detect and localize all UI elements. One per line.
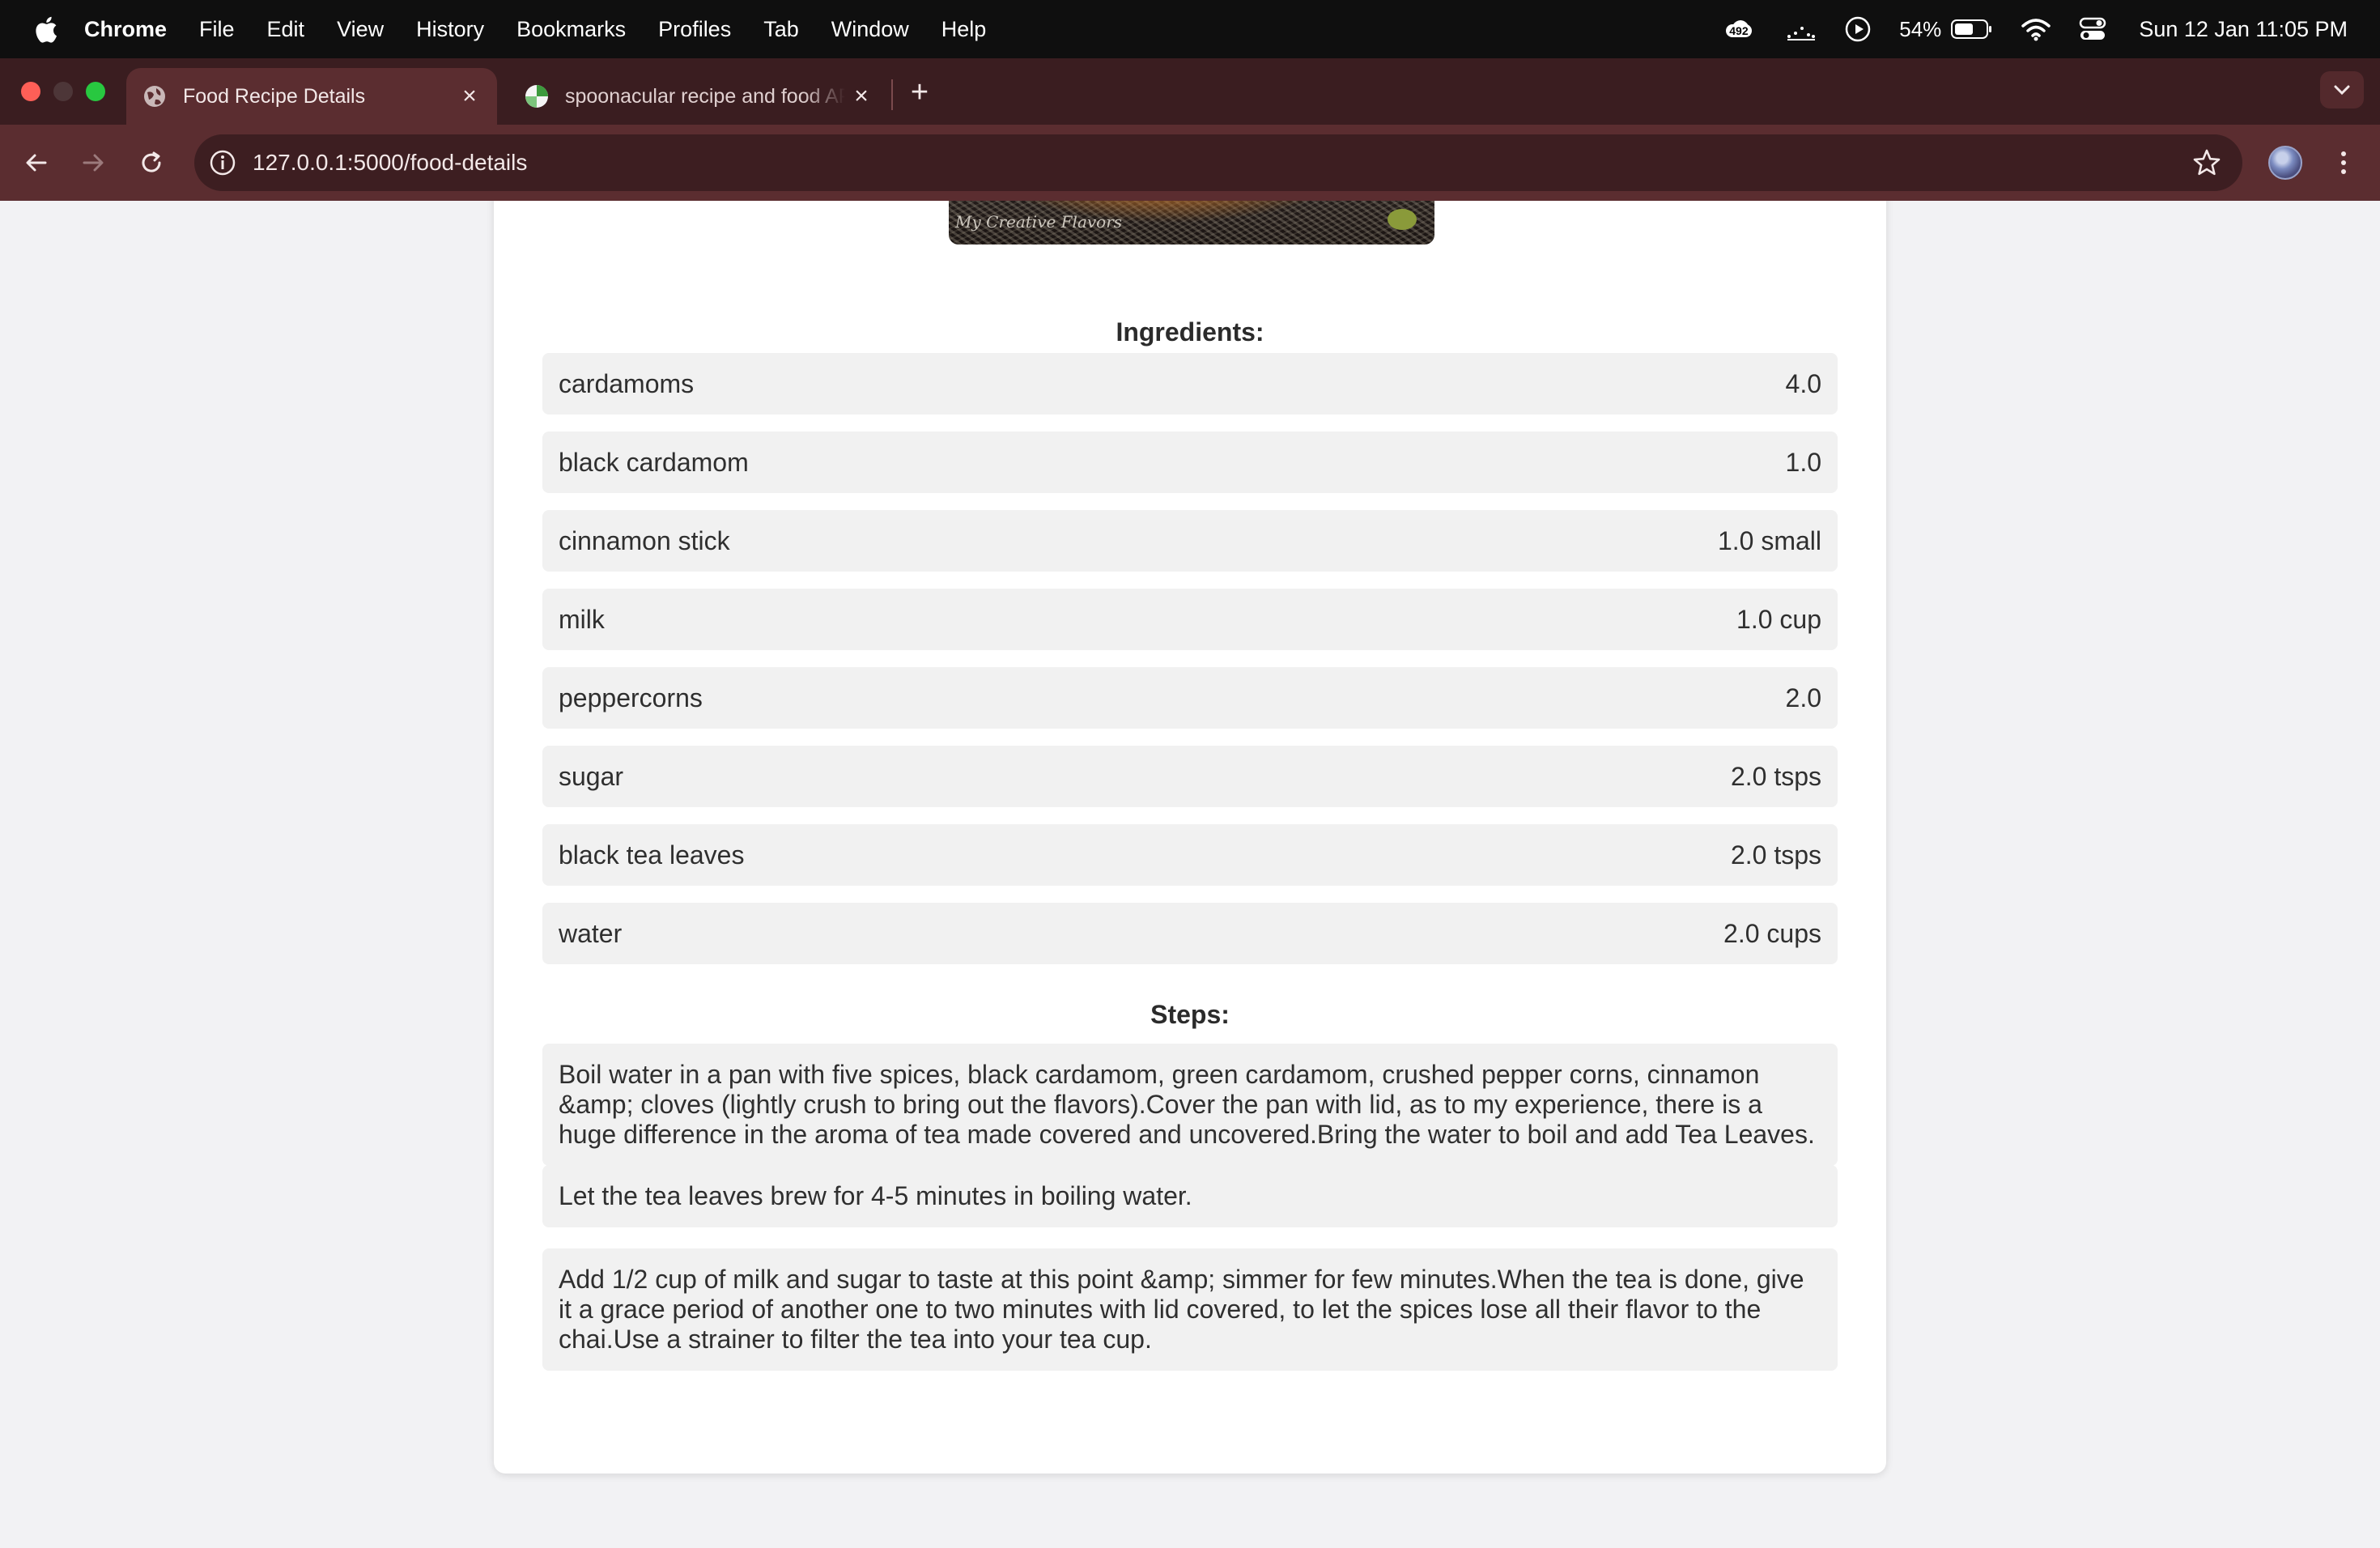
menu-bar-status-area: 492 54% Sun 12 Jan 11:05 PM: [1697, 0, 2380, 58]
menu-window[interactable]: Window: [831, 17, 909, 42]
menu-edit[interactable]: Edit: [267, 17, 305, 42]
ingredient-name: sugar: [559, 761, 624, 791]
now-playing-icon[interactable]: [1844, 15, 1872, 43]
page-viewport[interactable]: My Creative Flavors Ingredients: cardamo…: [0, 201, 2380, 1548]
menu-profiles[interactable]: Profiles: [658, 17, 731, 42]
address-bar[interactable]: 127.0.0.1:5000/food-details: [194, 134, 2242, 191]
globe-icon: [144, 86, 165, 107]
tab-title: spoonacular recipe and food API: [565, 84, 845, 108]
tab-spoonacular[interactable]: spoonacular recipe and food API ×: [508, 68, 889, 125]
ingredient-name: water: [559, 918, 623, 948]
forward-button[interactable]: [73, 142, 113, 183]
ingredient-row: black tea leaves 2.0 tsps: [542, 824, 1838, 886]
control-center-icon[interactable]: [2079, 16, 2106, 42]
ingredient-name: cinnamon stick: [559, 525, 730, 555]
bookmark-star-icon[interactable]: [2192, 148, 2221, 177]
image-watermark: My Creative Flavors: [955, 212, 1123, 232]
arrow-right-icon: [83, 154, 104, 172]
chrome-menu-icon[interactable]: [2331, 144, 2356, 181]
ingredient-amount: 4.0: [1785, 368, 1821, 398]
ingredient-name: milk: [559, 604, 605, 634]
battery-icon[interactable]: [1951, 19, 1993, 40]
ingredient-name: cardamoms: [559, 368, 695, 398]
battery-percentage: 54%: [1899, 16, 1942, 41]
site-info-icon[interactable]: [209, 149, 236, 176]
ingredients-heading: Ingredients:: [1116, 317, 1264, 347]
notification-count: 492: [1726, 24, 1752, 37]
ingredient-name: black tea leaves: [559, 840, 745, 870]
recipe-image: My Creative Flavors: [949, 201, 1434, 245]
tab-divider: [891, 79, 893, 110]
menu-chrome[interactable]: Chrome: [84, 17, 167, 42]
menu-bookmarks[interactable]: Bookmarks: [516, 17, 626, 42]
back-button[interactable]: [16, 142, 57, 183]
display-icon[interactable]: [1784, 17, 1817, 41]
arrow-left-icon: [26, 154, 47, 172]
menu-bar-clock[interactable]: Sun 12 Jan 11:05 PM: [2139, 17, 2348, 42]
wifi-icon[interactable]: [2021, 17, 2051, 41]
ingredient-row: water 2.0 cups: [542, 903, 1838, 964]
tab-food-recipe-details[interactable]: Food Recipe Details ×: [126, 68, 497, 125]
close-tab-icon[interactable]: ×: [845, 80, 878, 113]
chevron-down-icon: [2334, 85, 2350, 96]
ingredient-row: sugar 2.0 tsps: [542, 746, 1838, 807]
menu-file[interactable]: File: [199, 17, 235, 42]
ingredient-amount: 2.0 cups: [1723, 918, 1821, 948]
tab-title: Food Recipe Details: [183, 84, 366, 108]
reload-icon: [142, 151, 161, 172]
steps-heading: Steps:: [1150, 1000, 1230, 1029]
recipe-image-leaf: [1388, 209, 1417, 230]
window-minimize-button[interactable]: [53, 82, 73, 101]
profile-avatar[interactable]: [2268, 146, 2302, 180]
notification-center-icon[interactable]: 492: [1724, 13, 1757, 45]
recipe-card: My Creative Flavors Ingredients: cardamo…: [494, 201, 1886, 1474]
url-text[interactable]: 127.0.0.1:5000/food-details: [253, 150, 527, 176]
reload-button[interactable]: [131, 142, 172, 183]
menu-history[interactable]: History: [416, 17, 484, 42]
new-tab-button[interactable]: +: [902, 74, 937, 110]
window-close-button[interactable]: [21, 82, 40, 101]
step-item: Boil water in a pan with five spices, bl…: [542, 1044, 1838, 1166]
ingredient-row: cardamoms 4.0: [542, 353, 1838, 415]
ingredient-amount: 1.0 small: [1717, 525, 1821, 555]
ingredient-amount: 2.0 tsps: [1730, 840, 1821, 870]
macos-menu-bar: Chrome File Edit View History Bookmarks …: [0, 0, 2380, 58]
tab-search-button[interactable]: [2320, 71, 2364, 108]
menu-tab[interactable]: Tab: [763, 17, 799, 42]
ingredient-amount: 2.0: [1785, 683, 1821, 712]
ingredient-row: cinnamon stick 1.0 small: [542, 510, 1838, 572]
ingredient-row: milk 1.0 cup: [542, 589, 1838, 650]
ingredient-row: peppercorns 2.0: [542, 667, 1838, 729]
ingredient-name: peppercorns: [559, 683, 703, 712]
step-item: Let the tea leaves brew for 4-5 minutes …: [542, 1165, 1838, 1227]
ingredient-amount: 2.0 tsps: [1730, 761, 1821, 791]
close-tab-icon[interactable]: ×: [453, 80, 486, 113]
ingredient-row: black cardamom 1.0: [542, 432, 1838, 493]
step-item: Add 1/2 cup of milk and sugar to taste a…: [542, 1248, 1838, 1371]
menu-view[interactable]: View: [337, 17, 384, 42]
ingredient-amount: 1.0: [1785, 447, 1821, 477]
apple-logo-icon[interactable]: [31, 13, 58, 45]
ingredient-name: black cardamom: [559, 447, 749, 477]
window-zoom-button[interactable]: [86, 82, 105, 101]
ingredient-amount: 1.0 cup: [1736, 604, 1821, 634]
menu-help[interactable]: Help: [941, 17, 987, 42]
spoonacular-icon: [525, 85, 548, 108]
